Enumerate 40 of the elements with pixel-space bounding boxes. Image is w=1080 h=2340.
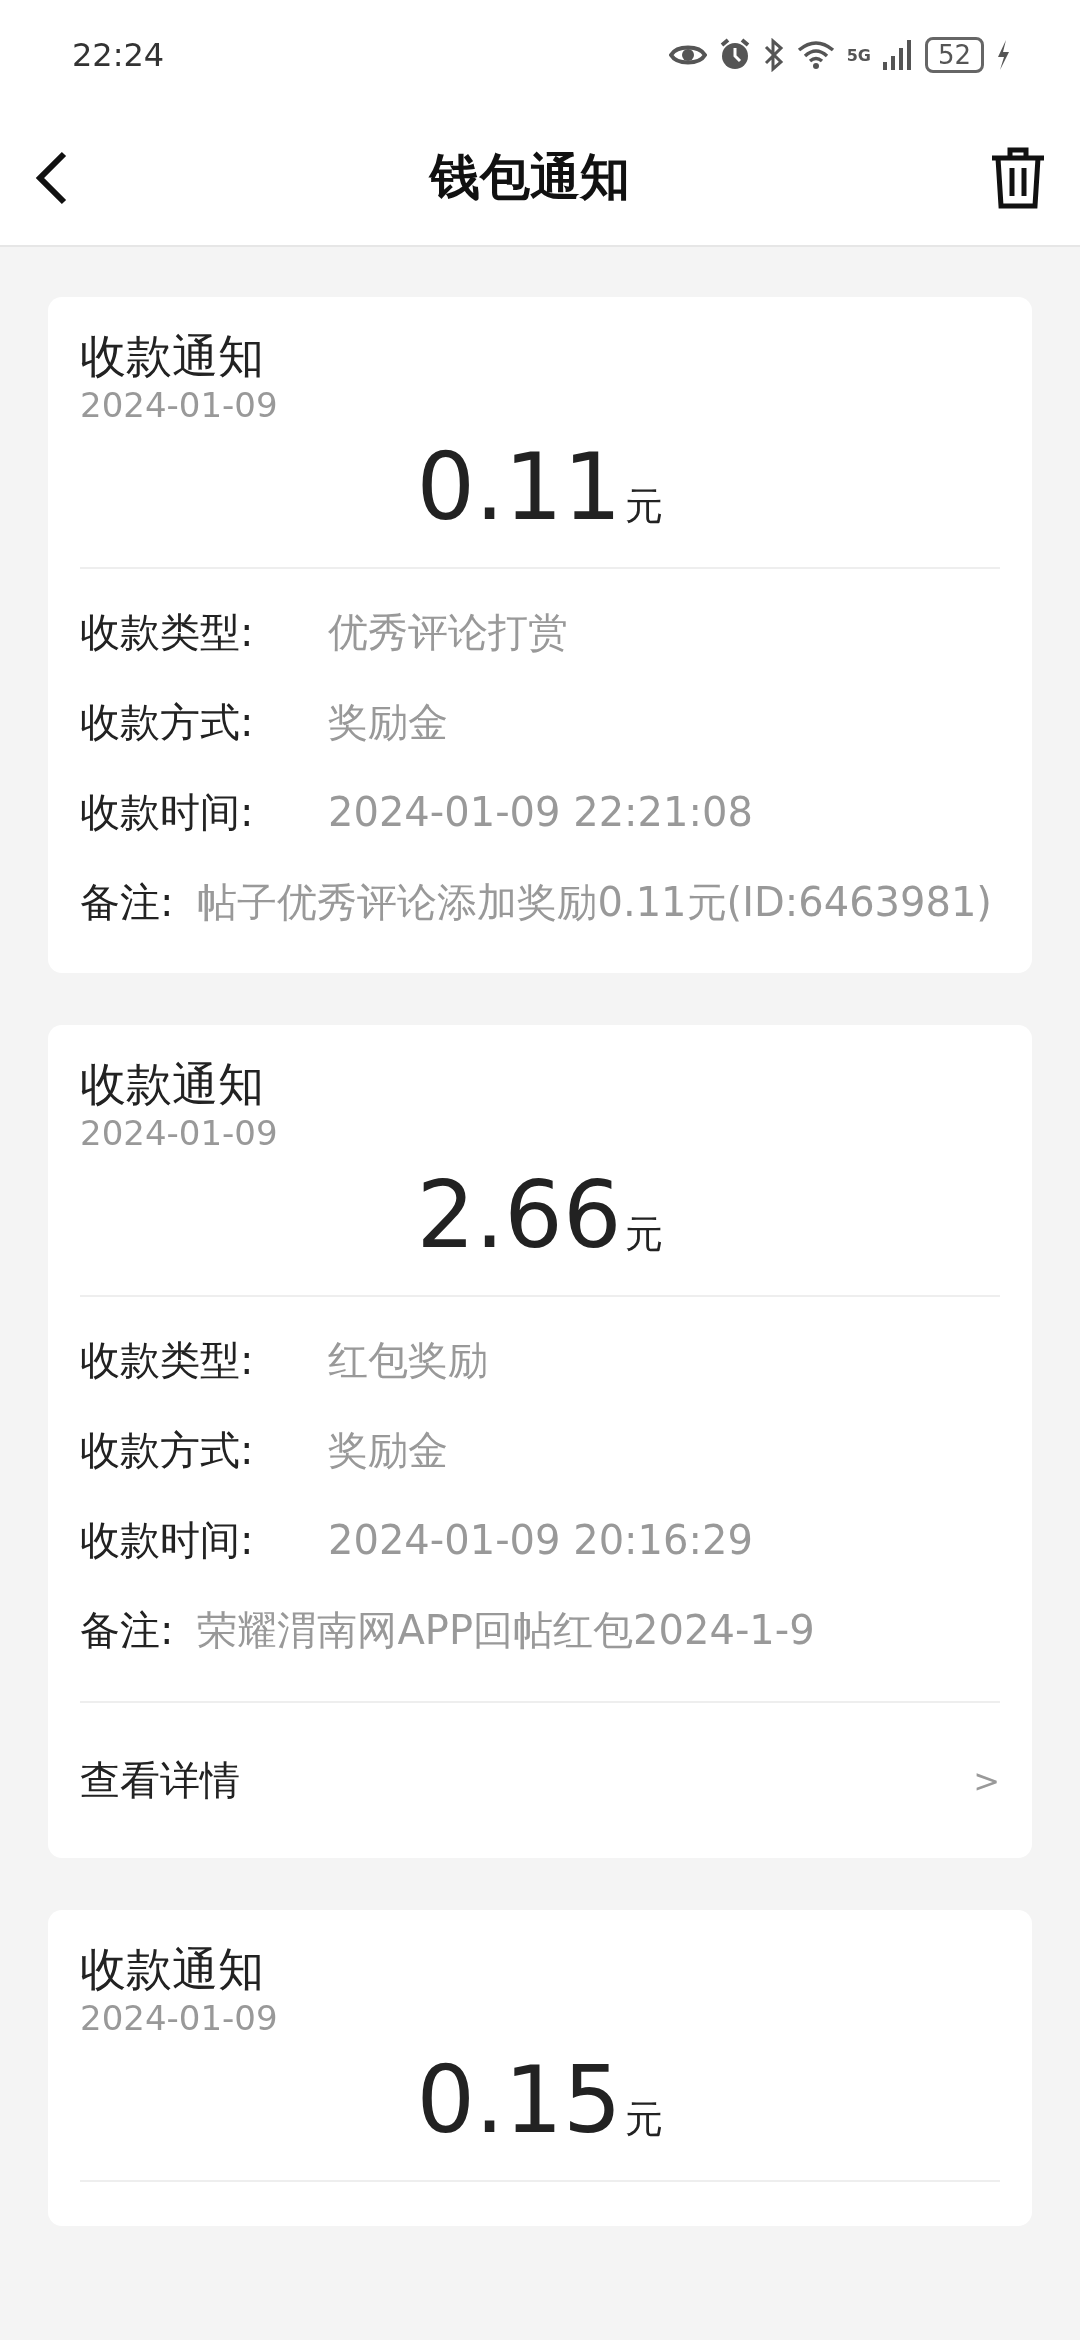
currency-unit: 元 (625, 483, 664, 530)
currency-unit: 元 (625, 2096, 664, 2143)
currency-unit: 元 (625, 1211, 664, 1258)
field-value: 奖励金 (328, 698, 448, 747)
field-label: 备注: (80, 878, 174, 927)
field-value: 优秀评论打赏 (328, 608, 568, 657)
amount: 2.66 (416, 1161, 622, 1271)
amount: 0.11 (416, 433, 622, 543)
charging-icon (996, 40, 1010, 70)
field-label: 收款方式: (80, 1426, 255, 1475)
field-label: 收款时间: (80, 788, 255, 837)
field-label: 收款类型: (80, 1336, 255, 1385)
field-label: 收款时间: (80, 1516, 255, 1565)
status-time: 22:24 (72, 36, 165, 74)
field-value: 红包奖励 (328, 1336, 488, 1385)
page-title: 钱包通知 (430, 147, 630, 208)
field-value: 帖子优秀评论添加奖励0.11元(ID:6463981) (197, 878, 992, 927)
notice-title: 收款通知 (80, 1941, 265, 1998)
alarm-icon (718, 38, 751, 72)
notice-date: 2024-01-09 (80, 385, 279, 425)
notice-title: 收款通知 (80, 328, 265, 385)
network-type: 5G (846, 45, 871, 65)
chevron-text: > (973, 1761, 1000, 1800)
field-value: 奖励金 (328, 1426, 448, 1475)
notice-date: 2024-01-09 (80, 1113, 279, 1153)
notice-title: 收款通知 (80, 1056, 265, 1113)
field-label: 收款方式: (80, 698, 255, 747)
signal-icon (882, 40, 913, 70)
notice-date: 2024-01-09 (80, 1998, 279, 2038)
battery-level: 52 (924, 37, 984, 73)
field-value: 荣耀渭南网APP回帖红包2024-1-9 (197, 1606, 815, 1655)
field-value: 2024-01-09 20:16:29 (328, 1516, 753, 1565)
field-value: 2024-01-09 22:21:08 (328, 788, 753, 837)
wifi-icon (796, 40, 835, 70)
field-label: 收款类型: (80, 608, 255, 657)
bluetooth-icon (762, 38, 785, 72)
details-label: 查看详情 (80, 1756, 240, 1805)
amount: 0.15 (416, 2046, 622, 2156)
view-details-link[interactable]: 查看详情 > (80, 1701, 1000, 1814)
field-label: 备注: (80, 1606, 174, 1655)
